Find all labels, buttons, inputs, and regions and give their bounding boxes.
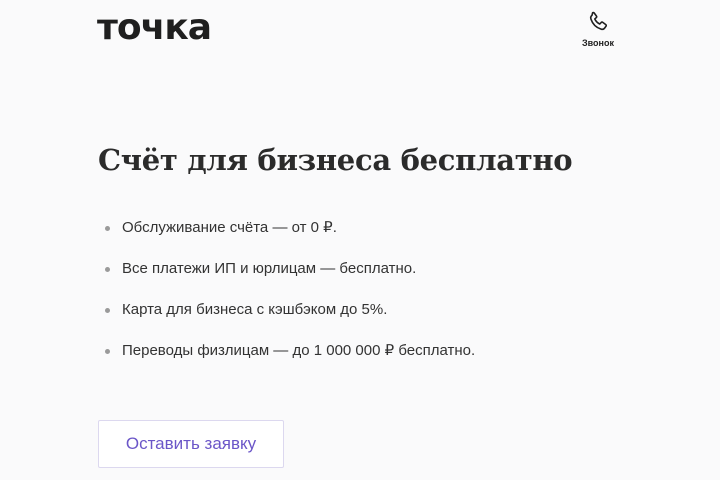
call-label: Звонок (582, 38, 614, 48)
list-item: Все платежи ИП и юрлицам — бесплатно. (98, 257, 475, 298)
submit-application-button[interactable]: Оставить заявку (98, 420, 284, 468)
phone-icon (589, 11, 608, 31)
feature-text: Переводы физлицам — до 1 000 000 ₽ беспл… (122, 342, 476, 359)
bullet-icon (105, 349, 110, 354)
feature-text: Карта для бизнеса с кэшбэком до 5%. (122, 301, 388, 318)
feature-list: Обслуживание счёта — от 0 ₽. Все платежи… (98, 216, 475, 380)
call-button[interactable]: Звонок (570, 10, 626, 48)
bullet-icon (105, 226, 110, 231)
bullet-icon (105, 267, 110, 272)
bullet-icon (105, 308, 110, 313)
page-title: Счёт для бизнеса бесплатно (98, 143, 573, 177)
list-item: Обслуживание счёта — от 0 ₽. (98, 216, 475, 257)
list-item: Карта для бизнеса с кэшбэком до 5%. (98, 298, 475, 339)
feature-text: Все платежи ИП и юрлицам — бесплатно. (122, 260, 417, 277)
logo[interactable]: точка (97, 6, 212, 50)
list-item: Переводы физлицам — до 1 000 000 ₽ беспл… (98, 339, 475, 380)
feature-text: Обслуживание счёта — от 0 ₽. (122, 219, 337, 236)
